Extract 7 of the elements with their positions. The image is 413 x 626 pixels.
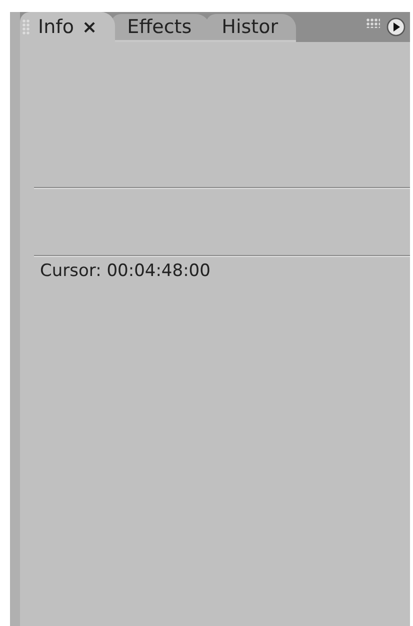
grip-icon xyxy=(22,19,30,35)
cursor-readout: Cursor: 00:04:48:00 xyxy=(39,260,212,281)
close-button[interactable]: × xyxy=(82,16,98,38)
panel-tab[interactable]: Histor xyxy=(206,14,296,42)
panel-tab[interactable]: Info × xyxy=(20,12,116,42)
panel-menu-icon[interactable] xyxy=(386,17,406,37)
grip-icon xyxy=(366,18,380,28)
